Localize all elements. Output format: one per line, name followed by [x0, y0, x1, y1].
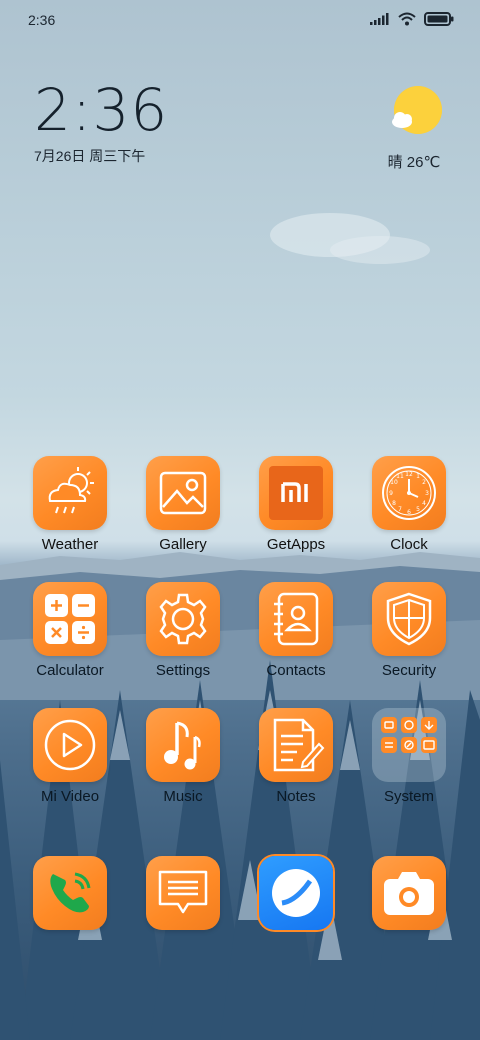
music-icon — [164, 721, 201, 770]
svg-text:4: 4 — [422, 500, 426, 507]
svg-text:3: 3 — [425, 490, 429, 497]
widget-time: 2:36 — [34, 76, 169, 144]
browser-icon — [272, 869, 320, 917]
settings-icon — [159, 593, 207, 645]
system-folder-icon — [381, 717, 437, 753]
status-icons — [370, 12, 454, 26]
app-notes[interactable]: Notes — [241, 708, 351, 805]
notes-icon — [273, 718, 325, 772]
calculator-app-icon-tile — [33, 582, 107, 656]
svg-text:11: 11 — [396, 473, 404, 480]
security-icon — [386, 592, 432, 646]
app-weather[interactable]: Weather — [15, 456, 125, 553]
system-folder-tile — [372, 708, 446, 782]
phone-app-icon-tile — [33, 856, 107, 930]
app-gallery[interactable]: Gallery — [128, 456, 238, 553]
widget-date: 7月26日 周三下午 — [34, 148, 146, 164]
svg-text:1: 1 — [416, 473, 420, 480]
weather-icon — [48, 467, 94, 514]
weather-app-icon-tile — [33, 456, 107, 530]
app-label: System — [383, 788, 434, 805]
sun-cloud-icon — [392, 86, 442, 134]
svg-text:5: 5 — [416, 506, 420, 513]
dock-messages[interactable] — [128, 856, 238, 930]
gallery-app-icon-tile — [146, 456, 220, 530]
svg-text:9: 9 — [389, 490, 393, 497]
getapps-app-icon-tile — [259, 456, 333, 530]
clock-icon: 12 12 345 678 91011 — [382, 466, 436, 520]
app-clock[interactable]: 12 1 2 345 678 9 10 11 Clock — [354, 456, 464, 553]
app-settings[interactable]: Settings — [128, 582, 238, 679]
status-time: 2:36 — [28, 12, 56, 28]
app-label: Music — [163, 788, 203, 805]
app-mi-video[interactable]: Mi Video — [15, 708, 125, 805]
svg-text:12: 12 — [405, 471, 413, 478]
phone-icon — [50, 872, 91, 913]
camera-app-icon-tile — [372, 856, 446, 930]
notes-app-icon-tile — [259, 708, 333, 782]
svg-text:7: 7 — [398, 506, 402, 513]
app-label: Settings — [155, 662, 211, 679]
app-label: Weather — [41, 536, 99, 553]
messages-icon — [158, 870, 208, 914]
dock-phone[interactable] — [15, 856, 125, 930]
svg-text:2: 2 — [422, 479, 426, 486]
signal-icon — [370, 13, 389, 25]
app-label: Notes — [276, 788, 316, 805]
dock-browser[interactable] — [241, 856, 351, 930]
svg-text:10: 10 — [390, 479, 398, 486]
battery-icon — [424, 12, 454, 26]
dock-camera[interactable] — [354, 856, 464, 930]
app-getapps[interactable]: GetApps — [241, 456, 351, 553]
app-label: Security — [381, 662, 437, 679]
video-icon — [44, 719, 96, 771]
camera-icon — [384, 872, 434, 915]
svg-text:6: 6 — [407, 509, 411, 516]
wifi-icon — [398, 12, 416, 26]
gallery-icon — [159, 471, 207, 515]
app-label: Contacts — [266, 662, 326, 679]
app-label: Clock — [390, 536, 428, 553]
security-app-icon-tile — [372, 582, 446, 656]
app-security[interactable]: Security — [354, 582, 464, 679]
status-bar: 2:36 — [0, 0, 480, 42]
svg-text:8: 8 — [392, 500, 396, 507]
app-label: GetApps — [266, 536, 326, 553]
app-label: Gallery — [159, 536, 207, 553]
contacts-icon — [274, 592, 319, 646]
getapps-icon — [269, 466, 323, 520]
contacts-app-icon-tile — [259, 582, 333, 656]
weather-text: 晴 26℃ — [387, 154, 441, 171]
settings-app-icon-tile — [146, 582, 220, 656]
weather-widget[interactable]: 晴 26℃ — [382, 84, 446, 172]
clock-app-icon-tile: 12 1 2 345 678 9 10 11 — [372, 456, 446, 530]
app-calculator[interactable]: Calculator — [15, 582, 125, 679]
video-app-icon-tile — [33, 708, 107, 782]
clock-widget[interactable]: 2:36 7月26日 周三下午 — [34, 78, 168, 166]
app-system-folder[interactable]: System — [354, 708, 464, 805]
app-label: Mi Video — [40, 788, 100, 805]
music-app-icon-tile — [146, 708, 220, 782]
app-label: Calculator — [36, 662, 104, 679]
calculator-icon — [45, 594, 95, 644]
app-music[interactable]: Music — [128, 708, 238, 805]
messages-app-icon-tile — [146, 856, 220, 930]
app-contacts[interactable]: Contacts — [241, 582, 351, 679]
browser-app-icon-tile — [259, 856, 333, 930]
